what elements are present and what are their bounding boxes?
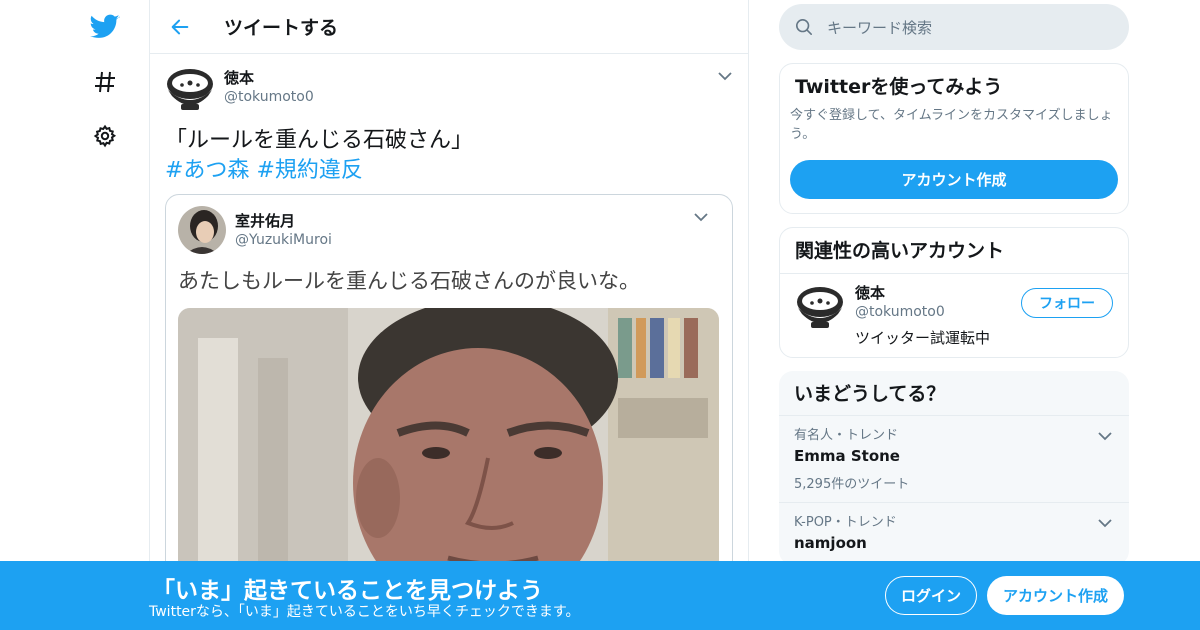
tweet: 徳本 @tokumoto0 「ルールを重んじる石破さん」 #あつ森 #規約違反 — [150, 54, 748, 574]
chevron-down-icon[interactable] — [1097, 430, 1113, 442]
quote-author-handle: @YuzukiMuroi — [235, 232, 332, 248]
chevron-down-icon[interactable] — [693, 211, 709, 223]
page-title: ツイートする — [224, 17, 339, 39]
settings-button[interactable] — [80, 116, 130, 156]
trend-name: namjoon — [794, 534, 867, 552]
related-accounts-title: 関連性の高いアカウント — [780, 228, 1128, 274]
trend-item[interactable]: K-POP・トレンド namjoon — [779, 503, 1129, 565]
quote-author: 室井佑月 @YuzukiMuroi — [235, 211, 332, 249]
avatar[interactable] — [165, 66, 215, 114]
back-arrow-icon — [171, 19, 189, 34]
trends-card: いまどうしてる？ 有名人・トレンド Emma Stone 5,295件のツイート… — [779, 371, 1129, 565]
related-account-bio: ツイッター試運転中 — [855, 329, 991, 347]
search-icon — [795, 18, 813, 36]
avatar[interactable] — [795, 284, 845, 332]
right-sidebar: キーワード検索 Twitterを使ってみよう 今すぐ登録して、タイムラインをカス… — [779, 0, 1129, 565]
author-name[interactable]: 徳本 — [224, 68, 314, 88]
page: ツイートする 徳本 @tokumoto0 「ルールを重んじる石破さん」 #あつ森… — [0, 0, 1200, 630]
tweet-text: 「ルールを重んじる石破さん」 #あつ森 #規約違反 — [165, 126, 733, 186]
trend-item[interactable]: 有名人・トレンド Emma Stone 5,295件のツイート — [779, 416, 1129, 503]
trend-meta: 有名人・トレンド — [794, 428, 899, 443]
quote-text: あたしもルールを重んじる石破さんのが良いな。 — [178, 269, 640, 293]
quote-photo[interactable] — [178, 308, 719, 573]
related-account-info: 徳本 @tokumoto0 ツイッター試運転中 — [855, 283, 990, 347]
portrait-photo — [178, 308, 719, 573]
signup-card: Twitterを使ってみよう 今すぐ登録して、タイムラインをカスタマイズしましょ… — [779, 63, 1129, 214]
gear-icon — [93, 124, 117, 148]
tweet-author: 徳本 @tokumoto0 — [224, 68, 314, 106]
related-account-name[interactable]: 徳本 — [855, 283, 990, 303]
trend-name: Emma Stone — [794, 447, 900, 465]
hashtag-link[interactable]: #規約違反 — [256, 158, 362, 183]
create-account-button[interactable]: アカウント作成 — [790, 160, 1118, 199]
trends-title: いまどうしてる？ — [779, 371, 1129, 416]
twitter-bird-icon — [90, 14, 120, 38]
chevron-down-icon[interactable] — [1097, 517, 1113, 529]
hashtag-list: #あつ森 #規約違反 — [165, 156, 733, 186]
twitter-logo-button[interactable] — [80, 7, 130, 47]
chevron-down-icon[interactable] — [717, 70, 733, 82]
search-box[interactable]: キーワード検索 — [779, 4, 1129, 50]
author-handle[interactable]: @tokumoto0 — [224, 88, 314, 106]
related-account[interactable]: 徳本 @tokumoto0 ツイッター試運転中 フォロー — [780, 274, 1128, 357]
search-input[interactable]: キーワード検索 — [827, 17, 932, 38]
signup-card-description: 今すぐ登録して、タイムラインをカスタマイズしましょう。 — [790, 108, 1113, 142]
signup-banner: 「いま」起きていることを見つけよう Twitterなら、「いま」起きていることを… — [0, 561, 1200, 630]
tweet-header: 徳本 @tokumoto0 — [165, 66, 733, 114]
banner-signup-button[interactable]: アカウント作成 — [987, 576, 1124, 615]
banner-subtitle: Twitterなら、「いま」起きていることをいち早くチェックできます。 — [149, 604, 580, 620]
hashtag-link[interactable]: #あつ森 — [165, 158, 249, 183]
follow-button[interactable]: フォロー — [1021, 288, 1113, 318]
main-column: ツイートする 徳本 @tokumoto0 「ルールを重んじる石破さん」 #あつ森… — [149, 0, 749, 630]
related-accounts-card: 関連性の高いアカウント 徳本 @tokumoto0 ツイッター試運転中 フォロー — [779, 227, 1129, 358]
trend-count: 5,295件のツイート — [794, 477, 910, 492]
hashtag-icon — [95, 71, 115, 93]
related-account-handle[interactable]: @tokumoto0 — [855, 303, 990, 321]
trend-meta: K-POP・トレンド — [794, 515, 897, 530]
banner-title: 「いま」起きていることを見つけよう — [152, 578, 543, 604]
login-button[interactable]: ログイン — [885, 576, 977, 615]
quote-avatar[interactable] — [178, 206, 226, 254]
tweet-body: 「ルールを重んじる石破さん」 — [165, 128, 474, 153]
signup-card-title: Twitterを使ってみよう — [795, 76, 1003, 98]
quote-header: 室井佑月 @YuzukiMuroi — [178, 206, 720, 254]
page-header: ツイートする — [150, 0, 748, 54]
back-button[interactable] — [150, 0, 210, 54]
quote-author-name: 室井佑月 — [235, 212, 296, 230]
explore-button[interactable] — [80, 62, 130, 102]
quoted-tweet[interactable]: 室井佑月 @YuzukiMuroi あたしもルールを重んじる石破さんのが良いな。 — [165, 194, 733, 574]
